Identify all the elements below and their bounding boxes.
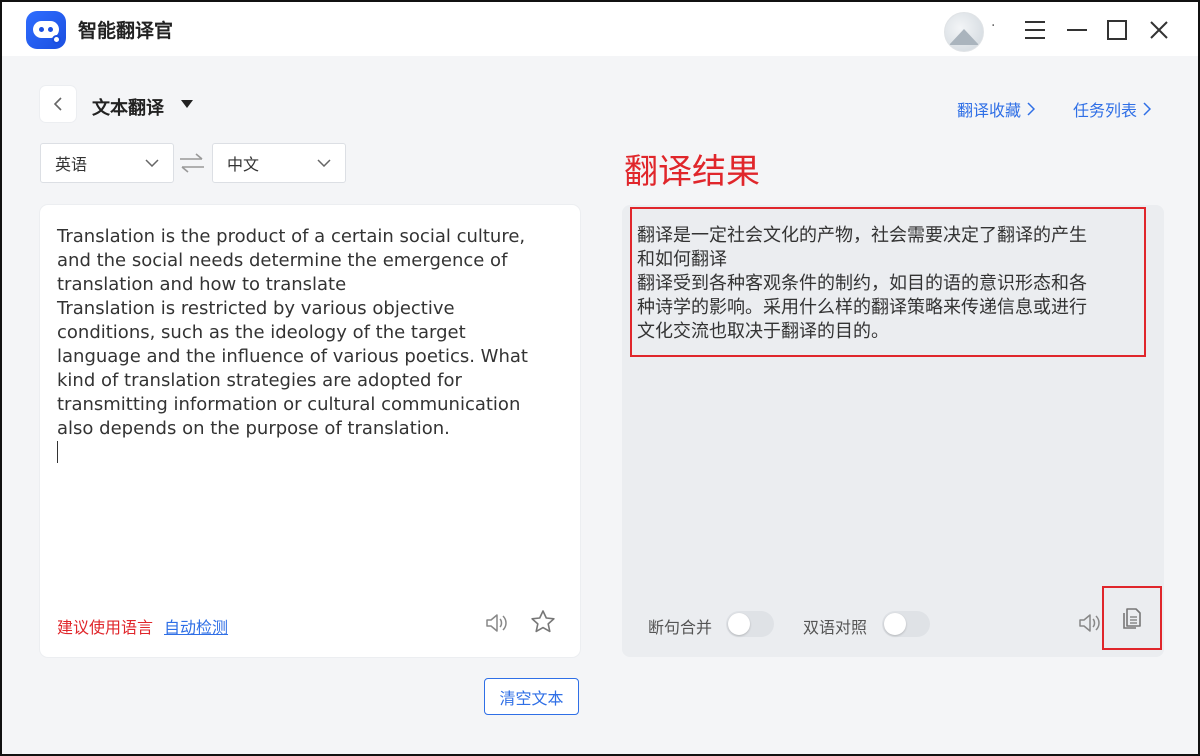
- speaker-icon[interactable]: [1076, 610, 1102, 636]
- bilingual-label: 双语对照: [803, 618, 868, 637]
- chevron-right-icon: [1143, 102, 1152, 116]
- target-language-value: 中文: [227, 155, 260, 174]
- source-text-input[interactable]: Translation is the product of a certain …: [57, 225, 549, 441]
- bilingual-toggle[interactable]: [882, 611, 930, 637]
- app-title: 智能翻译官: [78, 20, 174, 42]
- app-window: 智能翻译官 . 文本翻译 翻译收藏 任务列表 英语 中文 翻译结果 Transl…: [0, 0, 1200, 756]
- favorites-link[interactable]: 翻译收藏: [957, 97, 1036, 121]
- copy-highlight-box: [1102, 586, 1162, 650]
- result-heading: 翻译结果: [624, 152, 760, 192]
- chevron-down-icon: [145, 159, 159, 167]
- target-language-select[interactable]: 中文: [212, 143, 346, 183]
- chevron-down-icon: [317, 159, 331, 167]
- speaker-icon[interactable]: [483, 610, 509, 636]
- star-icon[interactable]: [529, 608, 557, 636]
- swap-language-icon[interactable]: [178, 151, 206, 175]
- minimize-icon[interactable]: [1062, 15, 1092, 45]
- task-list-link-label: 任务列表: [1073, 101, 1138, 120]
- maximize-icon[interactable]: [1102, 15, 1132, 45]
- text-caret: [57, 441, 58, 463]
- avatar-label: .: [991, 14, 996, 30]
- chevron-right-icon: [1027, 102, 1036, 116]
- menu-icon[interactable]: [1020, 15, 1050, 45]
- avatar[interactable]: [944, 12, 984, 52]
- mode-dropdown-icon[interactable]: [181, 100, 193, 108]
- result-panel: 翻译是一定社会文化的产物，社会需要决定了翻译的产生 和如何翻译 翻译受到各种客观…: [622, 205, 1164, 657]
- copy-icon[interactable]: [1119, 605, 1145, 631]
- source-language-value: 英语: [55, 155, 88, 174]
- close-icon[interactable]: [1144, 15, 1174, 45]
- back-button[interactable]: [40, 86, 76, 122]
- auto-detect-link[interactable]: 自动检测: [164, 614, 228, 638]
- favorites-link-label: 翻译收藏: [957, 101, 1022, 120]
- title-bar: 智能翻译官 .: [2, 2, 1198, 56]
- suggest-language-label: 建议使用语言: [57, 618, 154, 637]
- source-language-select[interactable]: 英语: [40, 143, 174, 183]
- back-icon: [53, 97, 62, 111]
- app-logo: [26, 11, 66, 49]
- translation-mode-title[interactable]: 文本翻译: [92, 94, 164, 120]
- clear-text-button[interactable]: 清空文本: [484, 678, 579, 715]
- task-list-link[interactable]: 任务列表: [1073, 97, 1152, 121]
- sentence-merge-toggle[interactable]: [726, 611, 774, 637]
- result-text: 翻译是一定社会文化的产物，社会需要决定了翻译的产生 和如何翻译 翻译受到各种客观…: [637, 225, 1087, 342]
- source-text-panel[interactable]: Translation is the product of a certain …: [40, 205, 580, 657]
- sentence-merge-label: 断句合并: [648, 618, 713, 637]
